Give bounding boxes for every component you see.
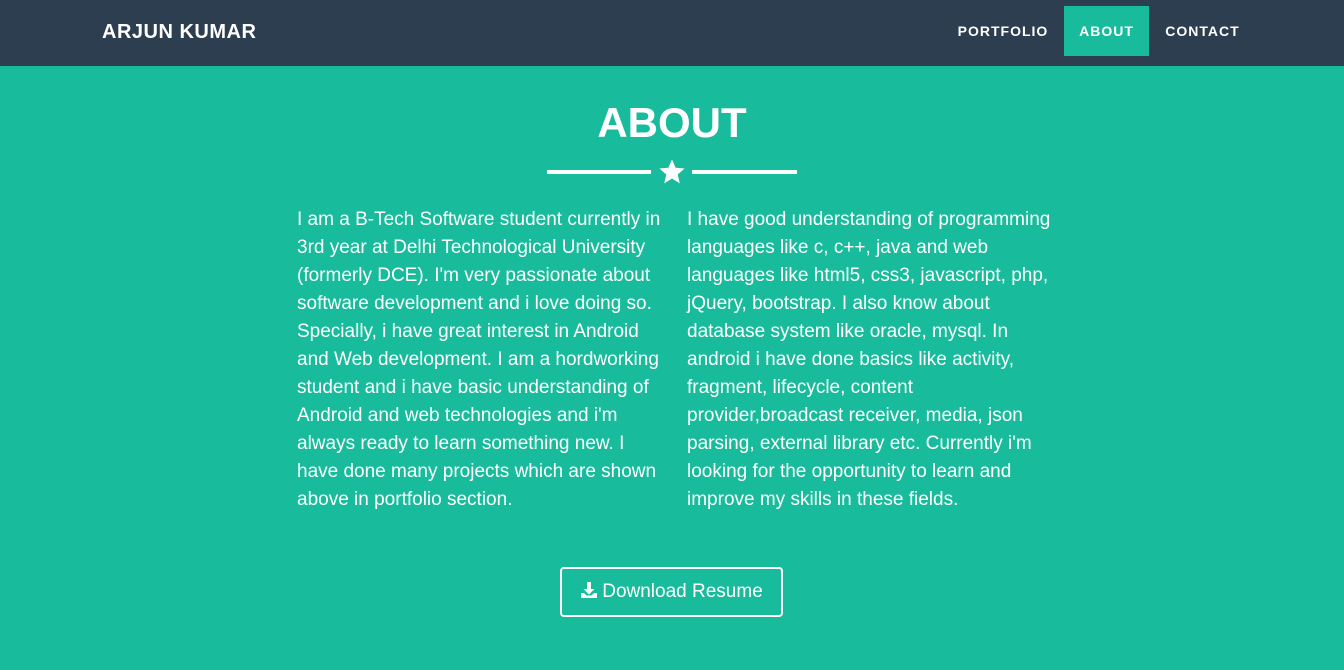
star-icon xyxy=(659,159,685,184)
about-text-right: I have good understanding of programming… xyxy=(687,209,1051,510)
download-resume-button[interactable]: Download Resume xyxy=(560,567,783,617)
nav-item-portfolio[interactable]: PORTFOLIO xyxy=(942,6,1064,56)
download-icon xyxy=(581,582,598,598)
brand-link[interactable]: ARJUN KUMAR xyxy=(102,20,256,44)
divider-line-right xyxy=(692,170,797,174)
nav-item-about[interactable]: ABOUT xyxy=(1064,6,1149,56)
about-text-left: I am a B-Tech Software student currently… xyxy=(297,209,661,510)
nav-item-contact[interactable]: CONTACT xyxy=(1149,6,1256,56)
section-title: ABOUT xyxy=(597,99,747,146)
download-resume-label: Download Resume xyxy=(602,581,763,602)
divider-line-left xyxy=(547,170,651,174)
navbar: ARJUN KUMAR PORTFOLIO ABOUT CONTACT xyxy=(0,0,1344,66)
